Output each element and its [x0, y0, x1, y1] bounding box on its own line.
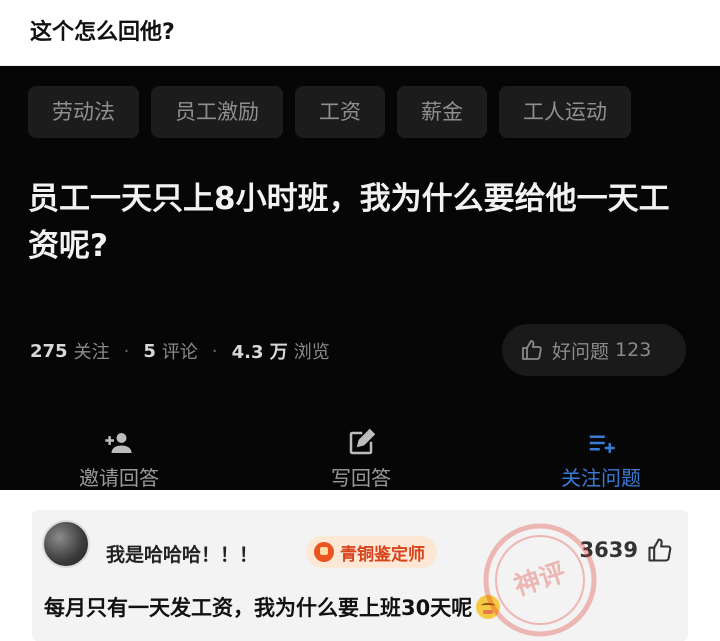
badge-label: 青铜鉴定师	[340, 544, 425, 565]
good-question-label: 好问题	[552, 340, 610, 363]
follow-question-button[interactable]: 关注问题	[526, 428, 676, 490]
topic-tag[interactable]: 工人运动	[499, 86, 631, 138]
comment-text: 每月只有一天发工资，我为什么要上班30天呢	[44, 592, 501, 622]
medal-icon	[314, 542, 334, 562]
person-add-icon	[44, 428, 194, 458]
edit-icon	[286, 428, 436, 458]
comment-label[interactable]: 评论	[162, 338, 198, 364]
topic-tag[interactable]: 劳动法	[28, 86, 139, 138]
thumbs-up-icon	[522, 340, 542, 360]
view-label: 浏览	[293, 342, 330, 363]
thumbs-up-icon	[648, 538, 672, 562]
post-header: 这个怎么回他?	[0, 0, 720, 66]
question-screenshot: 劳动法 员工激励 工资 薪金 工人运动 员工一天只上8小时班，我为什么要给他一天…	[0, 66, 720, 490]
write-answer-label: 写回答	[331, 466, 391, 490]
comment-username[interactable]: 我是哈哈哈！！！	[106, 540, 258, 567]
topic-tag[interactable]: 工资	[295, 86, 385, 138]
hot-comment-stamp-icon: 神评	[483, 523, 597, 637]
stamp-text: 神评	[511, 558, 570, 603]
separator-dot: ·	[211, 340, 218, 362]
write-answer-button[interactable]: 写回答	[286, 428, 436, 490]
topic-tag[interactable]: 薪金	[397, 86, 487, 138]
good-question-count: 123	[615, 339, 652, 361]
avatar[interactable]	[42, 520, 90, 568]
comment-count: 5	[143, 340, 156, 362]
topic-tags: 劳动法 员工激励 工资 薪金 工人运动	[28, 86, 720, 138]
separator-dot: ·	[123, 340, 130, 362]
topic-tag[interactable]: 员工激励	[151, 86, 283, 138]
question-stats: 275 关注 · 5 评论 · 4.3 万 浏览	[30, 338, 330, 364]
post-title: 这个怎么回他?	[30, 20, 175, 45]
comment-body: 每月只有一天发工资，我为什么要上班30天呢	[44, 596, 473, 620]
good-question-button[interactable]: 好问题 123	[502, 324, 686, 376]
user-badge[interactable]: 青铜鉴定师	[306, 536, 437, 568]
question-actions: 邀请回答 写回答 关注问题	[0, 428, 720, 490]
follow-label: 关注	[73, 342, 110, 363]
invite-answer-button[interactable]: 邀请回答	[44, 428, 194, 490]
follow-question-label: 关注问题	[561, 466, 641, 490]
view-count: 4.3 万	[231, 342, 288, 363]
playlist-add-icon	[526, 428, 676, 458]
invite-answer-label: 邀请回答	[79, 466, 159, 490]
question-title: 员工一天只上8小时班，我为什么要给他一天工资呢?	[28, 181, 670, 264]
follow-count: 275	[30, 340, 68, 362]
